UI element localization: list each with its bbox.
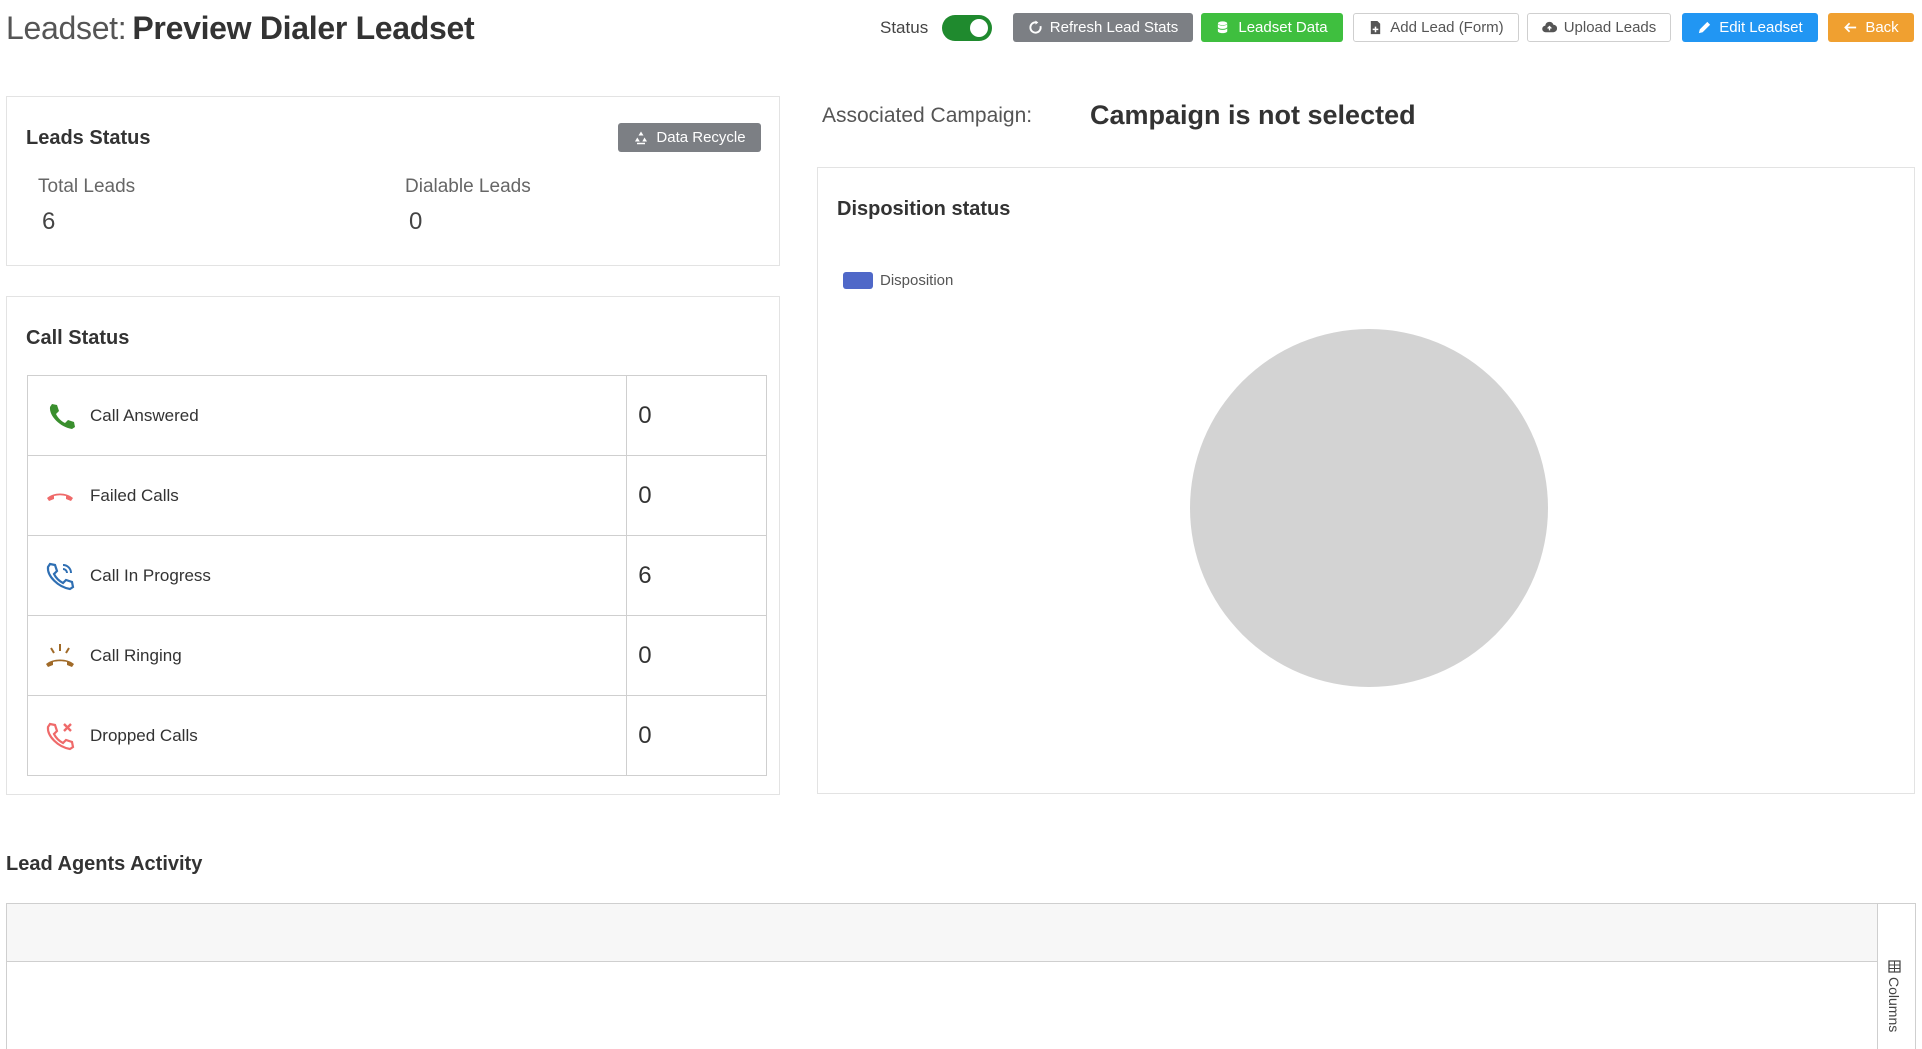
call-status-table: Call Answered 0 Failed Calls 0 Call In P… [26,375,767,776]
page-title: Leadset: Preview Dialer Leadset [6,10,475,47]
grid-side-bar: Columns [1877,904,1915,1049]
page-title-name: Preview Dialer Leadset [132,10,475,46]
chart-legend[interactable]: Disposition [843,272,953,289]
columns-icon [1887,960,1901,973]
dialable-leads-label: Dialable Leads [405,176,531,197]
cloud-upload-icon [1541,21,1557,33]
status-label: Status [880,18,929,37]
page-title-prefix: Leadset: [6,10,127,46]
total-leads-label: Total Leads [38,176,136,197]
phone-answered-icon [49,403,75,429]
file-add-icon [1371,20,1381,35]
call-status-label: Call Ringing [90,645,182,665]
call-status-label: Dropped Calls [90,725,198,745]
recycle-icon [635,131,648,144]
call-status-value: 0 [626,375,767,456]
table-row: Failed Calls 0 [26,455,767,536]
disposition-panel: Disposition status Disposition [817,167,1915,794]
refresh-icon [1029,20,1042,34]
upload-leads-button[interactable]: Upload Leads [1527,13,1671,42]
data-recycle-label: Data Recycle [656,129,746,146]
table-row: Call In Progress 6 [26,535,767,616]
lead-agents-activity-title: Lead Agents Activity [6,853,203,875]
refresh-lead-stats-button[interactable]: Refresh Lead Stats [1013,13,1193,42]
database-icon [1217,21,1229,34]
associated-campaign-value: Campaign is not selected [1090,100,1416,130]
phone-hangup-icon [47,493,73,501]
total-leads-value: 6 [42,208,56,235]
back-button[interactable]: Back [1828,13,1914,42]
columns-tab[interactable]: Columns [1886,960,1902,1032]
arrow-left-icon [1844,22,1857,33]
toggle-knob [970,19,988,37]
legend-label: Disposition [880,272,954,289]
phone-missed-icon [46,722,75,750]
leadset-data-label: Leadset Data [1238,19,1328,36]
data-recycle-button[interactable]: Data Recycle [618,123,761,152]
call-status-label: Call In Progress [90,565,211,585]
phone-ringing-icon [46,643,74,667]
pie-empty-slice [1190,329,1548,687]
disposition-title: Disposition status [837,198,1011,220]
add-lead-form-label: Add Lead (Form) [1390,19,1504,36]
leads-status-panel: Leads Status Data Recycle Total Leads 6 … [6,96,780,266]
dialable-leads-stat: Dialable Leads 0 [405,176,531,236]
total-leads-stat: Total Leads 6 [38,176,135,236]
associated-campaign-label: Associated Campaign: [822,104,1033,127]
refresh-lead-stats-label: Refresh Lead Stats [1049,19,1179,36]
disposition-pie-chart [1190,329,1548,687]
phone-in-talk-icon [46,562,75,590]
leads-status-title: Leads Status [26,127,151,149]
leadset-data-button[interactable]: Leadset Data [1201,13,1343,42]
call-status-value: 6 [626,535,767,616]
table-row: Dropped Calls 0 [26,695,767,776]
edit-leadset-button[interactable]: Edit Leadset [1682,13,1818,42]
call-status-value: 0 [626,455,767,536]
edit-leadset-label: Edit Leadset [1719,19,1803,36]
table-row: Call Ringing 0 [26,615,767,696]
add-lead-form-button[interactable]: Add Lead (Form) [1353,13,1519,42]
call-status-label: Failed Calls [90,485,179,505]
grid-header [7,904,1878,962]
back-label: Back [1865,19,1899,36]
call-status-value: 0 [626,615,767,696]
upload-leads-label: Upload Leads [1563,19,1657,36]
page-header: Leadset: Preview Dialer Leadset Status Re… [6,6,1916,50]
call-status-value: 0 [626,695,767,776]
call-status-title: Call Status [26,327,130,349]
table-row: Call Answered 0 [26,375,767,456]
dialable-leads-value: 0 [409,208,423,235]
agents-activity-grid: Columns [6,903,1916,1049]
legend-swatch [843,272,873,289]
pencil-icon [1699,21,1711,34]
columns-tab-label: Columns [1886,977,1902,1033]
call-status-panel: Call Status Call Answered 0 Failed Calls… [6,296,780,795]
status-toggle[interactable] [942,15,992,41]
call-status-label: Call Answered [90,405,199,425]
